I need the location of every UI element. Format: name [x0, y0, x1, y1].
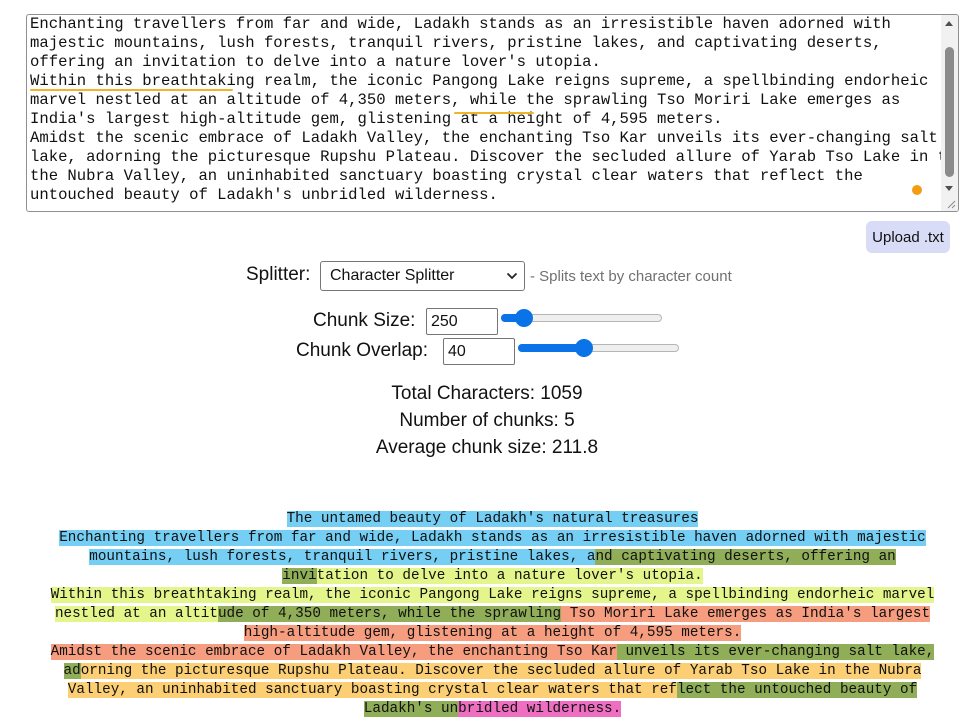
editor-line: Within this breathtaking realm, the icon… [30, 72, 929, 90]
chunk-overlap-segment: lect the untouched beauty of [676, 682, 918, 698]
chunk-overlap-segment: Ladakh's un [363, 701, 459, 717]
slider-thumb[interactable] [515, 309, 534, 327]
upload-txt-button[interactable]: Upload .txt [866, 221, 950, 253]
chunk-size-slider[interactable] [501, 309, 662, 327]
chunk-overlap-segment: ude of 4,350 meters, while the sprawling [217, 606, 562, 622]
editor-line: untouched beauty of Ladakh's unbridled w… [30, 186, 498, 204]
chunk-2-segment: Within this breathtaking realm, the icon… [50, 587, 935, 603]
chunk-4-segment: Valley, an uninhabited sanctuary boastin… [67, 682, 677, 698]
chunk-overlap-segment: ad [63, 663, 81, 679]
editor-scrollbar[interactable] [941, 15, 958, 211]
chunk-2-segment: tation to delve into a nature lover's ut… [316, 568, 703, 584]
chunk-overlap-segment: invi [282, 568, 317, 584]
editor-line: India's largest high-altitude gem, glist… [30, 110, 723, 128]
editor-line: marvel nestled at an altitude of 4,350 m… [30, 91, 901, 109]
editor-line: the Nubra Valley, an uninhabited sanctua… [30, 167, 863, 185]
chevron-down-icon [506, 272, 518, 280]
chunk-visualization: The untamed beauty of Ladakh's natural t… [26, 510, 959, 719]
spellcheck-underline [30, 89, 233, 91]
chunk-5-segment: bridled wilderness. [458, 701, 622, 717]
scroll-up-icon[interactable] [945, 21, 953, 26]
splitter-description: - Splits text by character count [530, 268, 732, 285]
average-chunk-size: Average chunk size: 211.8 [375, 437, 599, 458]
status-dot-icon [912, 185, 922, 195]
chunk-3-segment: Amidst the scenic embrace of Ladakh Vall… [50, 644, 617, 660]
chunk-overlap-input[interactable]: 40 [443, 338, 515, 365]
chunk-3-segment: high-altitude gem, glistening at a heigh… [243, 625, 742, 641]
chunk-size-label: Chunk Size: [313, 310, 416, 331]
chunk-1-segment: The untamed beauty of Ladakh's natural t… [286, 511, 699, 527]
chunk-3-segment: Tso Moriri Lake emerges as India's large… [561, 606, 931, 622]
splitter-select[interactable]: Character Splitter [320, 261, 525, 291]
resize-handle-icon[interactable] [946, 199, 956, 209]
scroll-down-icon[interactable] [945, 186, 953, 191]
splitter-label: Splitter: [246, 264, 311, 285]
editor-line: majestic mountains, lush forests, tranqu… [30, 34, 882, 52]
editor-line: Enchanting travellers from far and wide,… [30, 15, 891, 33]
number-of-chunks: Number of chunks: 5 [399, 410, 575, 431]
chunk-1-segment: Enchanting travellers from far and wide,… [59, 530, 926, 546]
total-characters: Total Characters: 1059 [391, 383, 583, 404]
editor-line: lake, adorning the picturesque Rupshu Pl… [30, 148, 959, 166]
spellcheck-underline [454, 112, 534, 114]
chunk-4-segment: orning the picturesque Rupshu Plateau. D… [80, 663, 922, 679]
editor-line: offering an invitation to delve into a n… [30, 53, 601, 71]
chunk-size-input[interactable]: 250 [426, 308, 498, 335]
splitter-row: Splitter: Character Splitter - Splits te… [0, 261, 974, 291]
text-input-area[interactable]: Enchanting travellers from far and wide,… [26, 14, 959, 212]
chunk-overlap-segment: unveils its ever-changing salt lake, [616, 644, 935, 660]
chunk-overlap-segment: nd captivating deserts, offering an [595, 549, 896, 565]
scrollbar-thumb[interactable] [945, 47, 954, 177]
chunk-1-segment: mountains, lush forests, tranquil rivers… [89, 549, 596, 565]
chunk-2-segment: nestled at an altit [54, 606, 218, 622]
editor-line: Amidst the scenic embrace of Ladakh Vall… [30, 129, 938, 147]
chunk-overlap-label: Chunk Overlap: [296, 340, 429, 361]
slider-thumb[interactable] [575, 339, 594, 357]
splitter-selected-value: Character Splitter [330, 267, 455, 284]
chunk-overlap-slider[interactable] [518, 339, 679, 357]
editor-text[interactable]: Enchanting travellers from far and wide,… [30, 15, 958, 205]
